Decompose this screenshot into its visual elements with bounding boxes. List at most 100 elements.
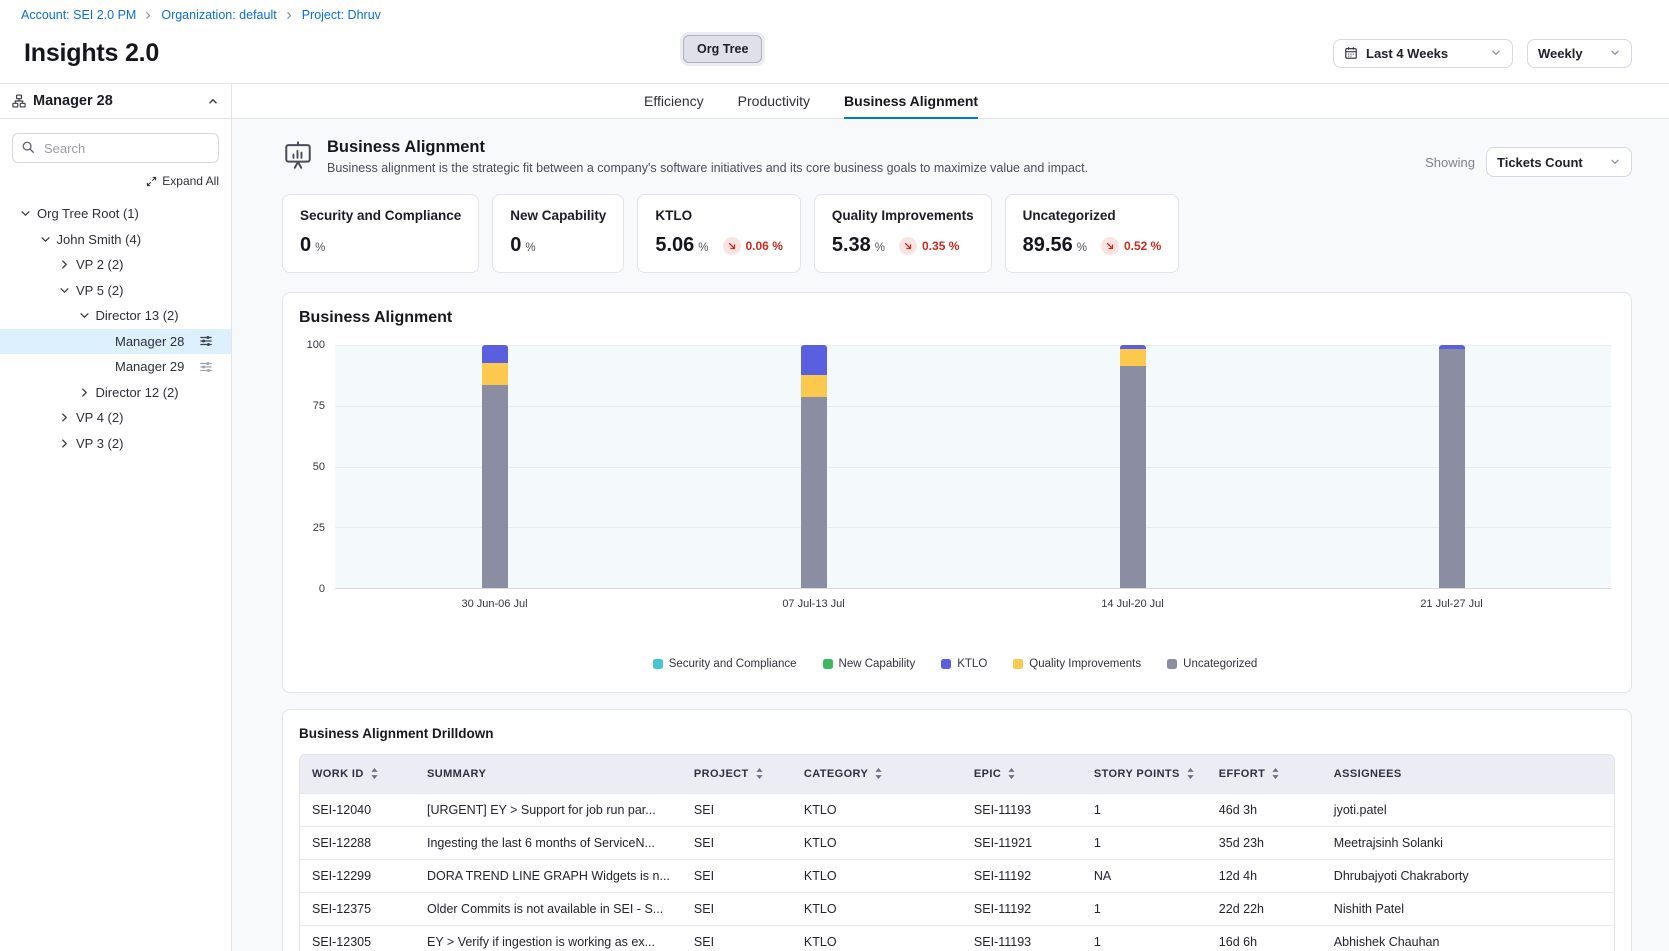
legend-item-new-capability[interactable]: New Capability — [823, 658, 916, 670]
y-axis-tick: 75 — [313, 400, 325, 412]
interval-dropdown[interactable]: Weekly — [1527, 39, 1632, 68]
chevron-right-icon[interactable] — [79, 387, 91, 398]
legend-swatch — [653, 659, 663, 669]
chevron-down-icon[interactable] — [79, 310, 91, 321]
stat-card-value: 5.06 — [655, 234, 694, 257]
table-cell: EY > Verify if ingestion is working as e… — [415, 925, 682, 951]
table-cell: Ingesting the last 6 months of ServiceN.… — [415, 826, 682, 859]
tree-item-director-13-2[interactable]: Director 13 (2) — [0, 303, 231, 329]
org-tree-icon — [12, 94, 26, 108]
column-header-work-id[interactable]: WORK ID — [300, 755, 415, 793]
breadcrumb-account-link[interactable]: Account: SEI 2.0 PM — [21, 8, 136, 22]
tab-efficiency[interactable]: Efficiency — [644, 84, 704, 119]
filter-sliders-icon[interactable] — [199, 334, 213, 348]
column-header-assignees: ASSIGNEES — [1322, 755, 1614, 793]
chevron-down-icon[interactable] — [40, 234, 52, 245]
chevron-down-icon[interactable] — [59, 285, 71, 296]
table-row[interactable]: SEI-12375Older Commits is not available … — [300, 892, 1614, 925]
gridline — [335, 467, 1611, 468]
breadcrumb-organization-link[interactable]: Organization: default — [161, 8, 276, 22]
legend-item-uncategorized[interactable]: Uncategorized — [1167, 658, 1257, 670]
table-cell: SEI — [682, 892, 792, 925]
stacked-bar — [1439, 345, 1465, 588]
chevron-right-icon[interactable] — [59, 438, 71, 449]
header-controls: Last 4 Weeks Weekly — [1333, 39, 1632, 68]
column-header-category[interactable]: CATEGORY — [792, 755, 962, 793]
expand-all-button[interactable]: Expand All — [12, 174, 219, 188]
org-tree-button[interactable]: Org Tree — [683, 35, 762, 63]
tree-item-john-smith-4[interactable]: John Smith (4) — [0, 227, 231, 253]
column-header-story-points[interactable]: STORY POINTS — [1082, 755, 1207, 793]
table-cell: SEI-12305 — [300, 925, 415, 951]
main-content: Business Alignment Business alignment is… — [232, 119, 1669, 951]
stat-card-title: New Capability — [510, 208, 606, 223]
tree-item-org-tree-root-1[interactable]: Org Tree Root (1) — [0, 201, 231, 227]
drilldown-table: WORK IDSUMMARY PROJECT CATEGORY EPIC STORY P… — [300, 755, 1614, 951]
drilldown-title: Business Alignment Drilldown — [299, 726, 1615, 741]
table-cell: Abhishek Chauhan — [1322, 925, 1614, 951]
table-row[interactable]: SEI-12040[URGENT] EY > Support for job r… — [300, 793, 1614, 826]
tab-business-alignment[interactable]: Business Alignment — [844, 84, 978, 119]
presentation-chart-icon — [282, 140, 314, 177]
interval-value: Weekly — [1538, 46, 1601, 61]
y-axis-tick: 0 — [319, 583, 325, 595]
date-range-dropdown[interactable]: Last 4 Weeks — [1333, 39, 1513, 68]
tree-item-label: Manager 29 — [115, 359, 184, 374]
legend-item-security-and-compliance[interactable]: Security and Compliance — [653, 658, 797, 670]
bar-segment-uncategorized — [482, 385, 508, 588]
tree-item-director-12-2[interactable]: Director 12 (2) — [0, 380, 231, 406]
sort-icon — [874, 767, 883, 780]
table-row[interactable]: SEI-12288Ingesting the last 6 months of … — [300, 826, 1614, 859]
sort-icon — [1186, 767, 1195, 780]
tree-item-label: VP 4 (2) — [76, 410, 123, 425]
chevron-right-icon[interactable] — [59, 259, 71, 270]
showing-dropdown[interactable]: Tickets Count — [1486, 147, 1632, 177]
stat-card-unit: % — [875, 242, 885, 254]
column-header-effort[interactable]: EFFORT — [1207, 755, 1322, 793]
legend-item-ktlo[interactable]: KTLO — [941, 658, 987, 670]
column-header-summary: SUMMARY — [415, 755, 682, 793]
stat-card-value: 5.38 — [832, 234, 871, 257]
section-description: Business alignment is the strategic fit … — [327, 161, 1088, 175]
chevron-right-icon[interactable] — [59, 412, 71, 423]
column-header-epic[interactable]: EPIC — [962, 755, 1082, 793]
filter-sliders-icon[interactable] — [199, 360, 213, 374]
table-cell: KTLO — [792, 859, 962, 892]
tab-productivity[interactable]: Productivity — [738, 84, 810, 119]
x-axis-label: 30 Jun-06 Jul — [461, 598, 527, 610]
column-label: PROJECT — [694, 768, 749, 780]
legend-swatch — [941, 659, 951, 669]
y-axis-tick: 25 — [313, 522, 325, 534]
legend-label: Security and Compliance — [669, 658, 797, 670]
column-header-project[interactable]: PROJECT — [682, 755, 792, 793]
search-input[interactable] — [12, 133, 219, 163]
tree-item-vp-2-2[interactable]: VP 2 (2) — [0, 252, 231, 278]
legend-label: Quality Improvements — [1029, 658, 1141, 670]
tree-item-label: Director 12 (2) — [96, 385, 179, 400]
table-cell: SEI-12375 — [300, 892, 415, 925]
table-row[interactable]: SEI-12305EY > Verify if ingestion is wor… — [300, 925, 1614, 951]
column-label: STORY POINTS — [1094, 768, 1180, 780]
column-label: CATEGORY — [804, 768, 868, 780]
chart-plot-area — [335, 345, 1611, 589]
drilldown-table-wrap: WORK IDSUMMARY PROJECT CATEGORY EPIC STORY P… — [299, 754, 1615, 951]
table-cell: SEI-11193 — [962, 793, 1082, 826]
trend-badge: 0.06 % — [723, 237, 783, 255]
tree-item-vp-3-2[interactable]: VP 3 (2) — [0, 431, 231, 457]
table-row[interactable]: SEI-12299DORA TREND LINE GRAPH Widgets i… — [300, 859, 1614, 892]
gridline — [335, 406, 1611, 407]
breadcrumb-project-link[interactable]: Project: Dhruv — [302, 8, 381, 22]
table-cell: 16d 6h — [1207, 925, 1322, 951]
chevron-down-icon[interactable] — [20, 208, 32, 219]
table-cell: SEI-12288 — [300, 826, 415, 859]
search-icon — [21, 140, 35, 159]
trend-down-icon — [1101, 237, 1119, 255]
tree-item-vp-4-2[interactable]: VP 4 (2) — [0, 405, 231, 431]
tree-item-manager-29[interactable]: Manager 29 — [0, 354, 231, 380]
chevron-up-icon[interactable] — [207, 95, 219, 107]
tree-item-manager-28[interactable]: Manager 28 — [0, 329, 231, 355]
table-cell: KTLO — [792, 925, 962, 951]
table-cell: 12d 4h — [1207, 859, 1322, 892]
legend-item-quality-improvements[interactable]: Quality Improvements — [1013, 658, 1141, 670]
tree-item-vp-5-2[interactable]: VP 5 (2) — [0, 278, 231, 304]
